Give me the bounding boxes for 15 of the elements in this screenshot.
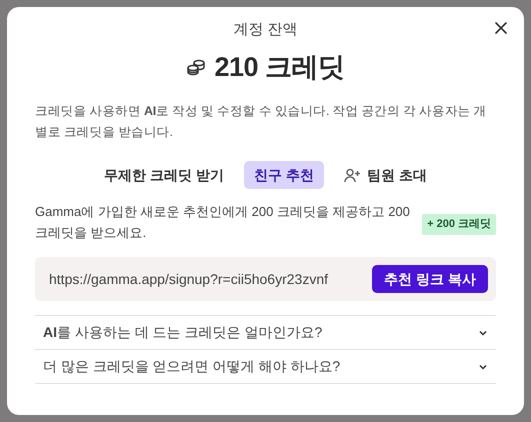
referral-link: https://gamma.app/signup?r=cii5ho6yr23zvnf [49, 270, 328, 289]
coins-icon [186, 58, 206, 76]
faq-item[interactable]: 더 많은 크레딧을 얻으려면 어떻게 해야 하나요? [35, 350, 496, 384]
credit-balance: 210 크레딧 [214, 51, 345, 84]
dialog-title: 계정 잔액 [233, 20, 298, 40]
referral-text: Gamma에 가입한 새로운 추천인에게 200 크레딧을 제공하고 200 크레딧을 받으세요. [35, 203, 411, 242]
tab[interactable]: 무제한 크레딧 받기 [94, 161, 234, 189]
copy-link-button[interactable]: 추천 링크 복사 [372, 265, 488, 293]
tab[interactable]: 팀원 초대 [334, 161, 437, 189]
faq-item[interactable]: AI를 사용하는 데 드는 크레딧은 얼마인가요? [35, 316, 496, 350]
add-user-icon [344, 168, 361, 182]
description-text: 크레딧을 사용하면 AI로 작성 및 수정할 수 있습니다. 작업 공간의 각 사용자는 개별로 크레딧을 받습니다. [35, 103, 488, 141]
tab[interactable]: 친구 추천 [244, 161, 324, 189]
link-field[interactable]: https://gamma.app/signup?r=cii5ho6yr23zvnf 추천 링크 복사 [35, 257, 496, 301]
credit-badge: + 200 크레딧 [422, 214, 496, 234]
